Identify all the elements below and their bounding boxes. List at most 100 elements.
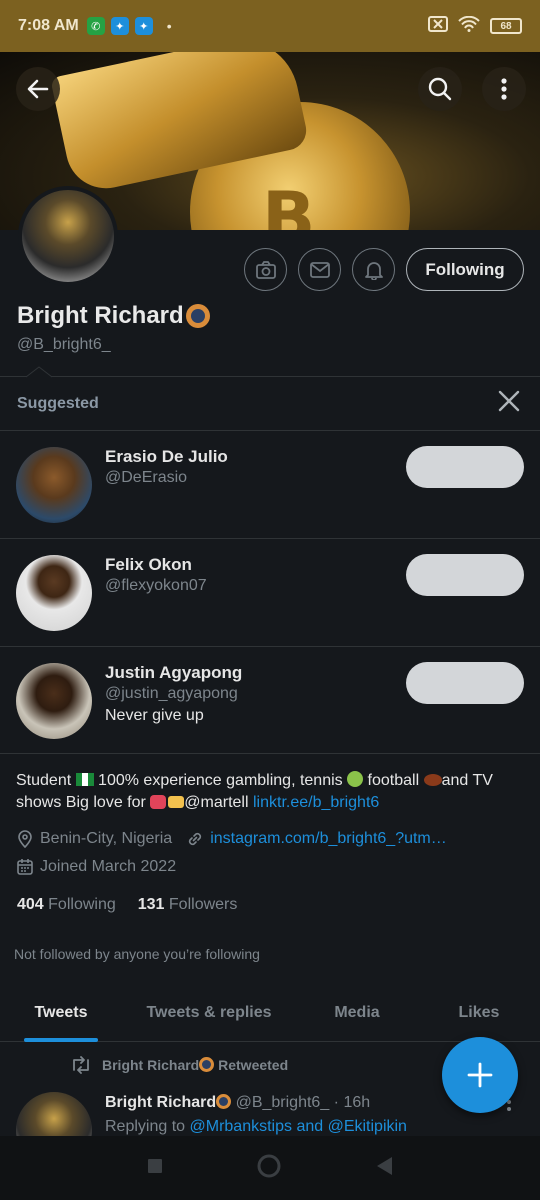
tab-tweets-and-replies[interactable]: Tweets & replies: [122, 984, 296, 1041]
message-button[interactable]: [298, 248, 341, 291]
back-button[interactable]: [16, 67, 60, 111]
circle-icon: [257, 1154, 281, 1177]
no-sim-icon: [428, 15, 448, 37]
more-vertical-icon: [501, 78, 507, 100]
suggested-user-row[interactable]: Erasio De Julio @DeErasio: [0, 431, 540, 539]
suggested-name: Justin Agyapong: [105, 663, 243, 682]
compass-emoji-icon: [185, 304, 210, 328]
tweet-time: · 16h: [329, 1094, 371, 1111]
reply-mentions[interactable]: @Mrbankstips and @Ekitipikin: [190, 1118, 407, 1135]
tweet-header: Bright Richard @B_bright6_ · 16h: [105, 1094, 370, 1112]
followers-label: Followers: [168, 896, 238, 913]
followers-count: 131: [137, 896, 165, 913]
football-icon: [423, 774, 442, 786]
calendar-icon: [17, 859, 33, 875]
following-count: 404: [17, 896, 44, 913]
tab-tweets[interactable]: Tweets: [0, 984, 122, 1042]
tab-likes[interactable]: Likes: [418, 984, 540, 1041]
suggested-handle: @DeErasio: [105, 469, 188, 486]
profile-handle: @B_bright6_: [17, 336, 111, 353]
not-followed-note: Not followed by anyone you’re following: [14, 946, 260, 962]
suggested-user-row[interactable]: Felix Okon @flexyokon07: [0, 539, 540, 647]
suggested-avatar[interactable]: [16, 555, 92, 631]
retweet-indicator: Bright Richard Retweeted: [70, 1056, 288, 1074]
recents-button[interactable]: [146, 1157, 164, 1180]
camera-icon: [255, 260, 276, 279]
plus-icon: [467, 1062, 493, 1088]
following-label: Following: [48, 896, 116, 913]
bio-text: 100% experience gambling, tennis: [93, 772, 348, 789]
wifi-icon: [458, 15, 480, 37]
notifications-button[interactable]: [352, 248, 395, 291]
search-icon: [428, 77, 452, 101]
suggested-handle: @justin_agyapong: [105, 685, 238, 702]
profile-meta-row: Joined March 2022: [16, 858, 176, 876]
mail-icon: [309, 261, 330, 278]
retweeter-name: Bright Richard: [102, 1057, 200, 1073]
bitcoin-symbol: B: [262, 177, 316, 230]
joined-text: Joined March 2022: [40, 858, 177, 875]
camera-button[interactable]: [244, 248, 287, 291]
retweet-text: Bright Richard Retweeted: [102, 1057, 288, 1073]
tweet-handle: @B_bright6_: [235, 1094, 330, 1111]
profile-name: Bright Richard: [17, 302, 210, 330]
location-icon: [18, 830, 32, 848]
compose-tweet-button[interactable]: [442, 1037, 518, 1113]
bio-link[interactable]: linktr.ee/b_bright6: [253, 794, 379, 811]
suggested-name: Felix Okon: [105, 555, 192, 574]
suggested-avatar[interactable]: [16, 447, 92, 523]
location-text: Benin-City, Nigeria: [40, 830, 173, 847]
nigeria-flag-icon: [75, 773, 94, 786]
bio-text: football: [363, 772, 424, 789]
tennis-ball-icon: [347, 771, 364, 787]
heart-gift-icon: [150, 795, 167, 809]
bio-text: Student: [16, 772, 76, 789]
follow-button[interactable]: [406, 446, 524, 488]
tweet-author[interactable]: Bright Richard: [105, 1094, 216, 1111]
twitter-icon: ✦: [110, 17, 129, 35]
close-icon: [498, 390, 520, 412]
suggested-title: Suggested: [17, 395, 99, 412]
status-time: 7:08 AM: [18, 17, 79, 34]
followers-stat[interactable]: 131 Followers: [138, 896, 238, 914]
whatsapp-icon: ✆: [86, 17, 105, 35]
retweet-suffix: Retweeted: [214, 1057, 289, 1073]
divider: [0, 753, 540, 754]
bell-icon: [364, 261, 383, 280]
back-nav-button[interactable]: [374, 1155, 394, 1182]
following-button[interactable]: Following: [406, 248, 524, 291]
notification-dot-icon: •: [166, 18, 172, 34]
back-arrow-icon: [27, 79, 49, 99]
close-suggested-button[interactable]: [496, 390, 522, 416]
suggested-user-row[interactable]: Justin Agyapong @justin_agyapong Never g…: [0, 647, 540, 755]
suggested-bio: Never give up: [105, 707, 204, 724]
search-button[interactable]: [418, 67, 462, 111]
suggested-name: Erasio De Julio: [105, 447, 228, 466]
follow-button[interactable]: [406, 554, 524, 596]
profile-bio: Student 100% experience gambling, tennis…: [16, 770, 526, 814]
suggested-avatar[interactable]: [16, 663, 92, 739]
battery-icon: 68: [490, 18, 522, 34]
link-icon: [189, 832, 202, 846]
reply-prefix: Replying to: [105, 1118, 190, 1135]
divider: [0, 376, 540, 377]
suggested-handle: @flexyokon07: [105, 577, 207, 594]
triangle-back-icon: [377, 1156, 392, 1175]
follow-stats: 404 Following 131 Followers: [17, 896, 237, 914]
tab-media[interactable]: Media: [296, 984, 418, 1041]
website-link[interactable]: instagram.com/b_bright6_?utm…: [210, 830, 447, 848]
square-icon: [148, 1158, 162, 1173]
pointing-hand-icon: [168, 796, 185, 808]
follow-button[interactable]: [406, 662, 524, 704]
profile-name-text: Bright Richard: [17, 302, 184, 329]
twitter-icon: ✦: [134, 17, 153, 35]
home-button[interactable]: [256, 1153, 282, 1184]
more-options-button[interactable]: [482, 67, 526, 111]
following-stat[interactable]: 404 Following: [17, 896, 116, 914]
status-bar: 7:08 AM ✆ ✦ ✦ • 68: [0, 0, 540, 52]
profile-avatar[interactable]: [18, 186, 118, 286]
compass-emoji-icon: [216, 1094, 232, 1109]
bio-mention[interactable]: @martell: [184, 794, 253, 811]
caret-up-icon: [26, 366, 52, 378]
profile-meta-row: Benin-City, Nigeria instagram.com/b_brig…: [16, 830, 447, 848]
